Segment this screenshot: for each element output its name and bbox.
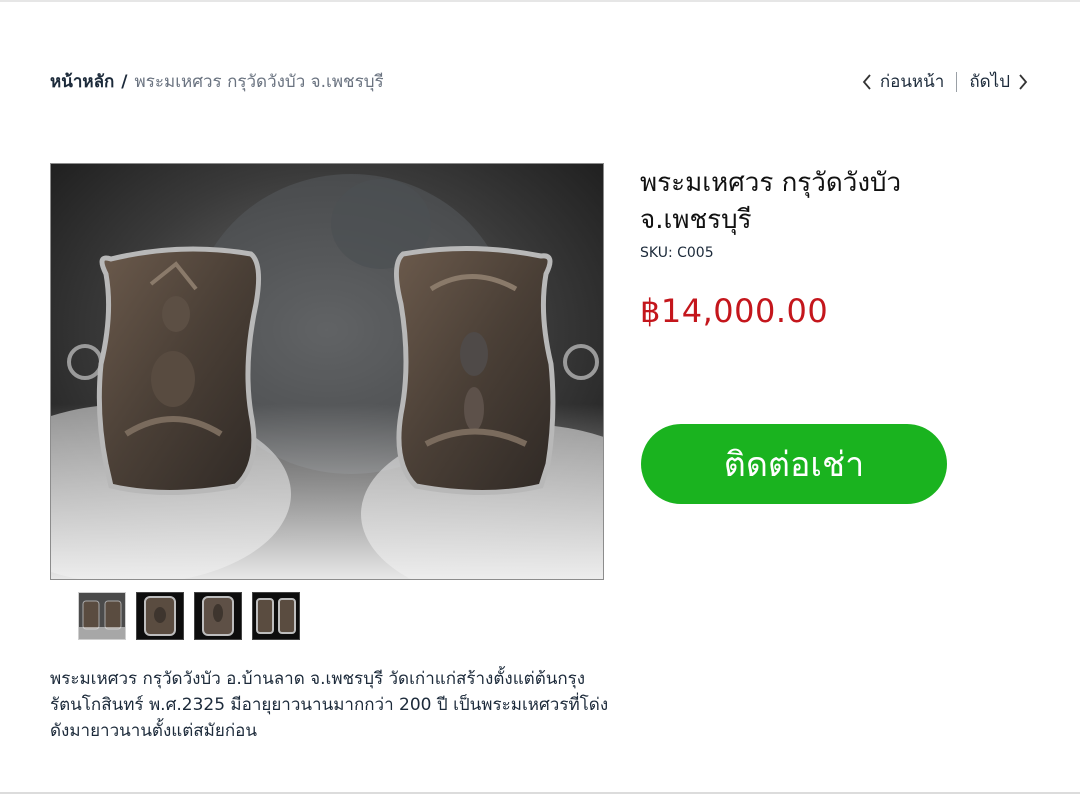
- sku: SKU: C005: [640, 245, 714, 261]
- thumbnail-2[interactable]: [136, 592, 184, 640]
- product-description: พระมเหศวร กรุวัดวังบัว อ.บ้านลาด จ.เพชรบ…: [50, 669, 609, 741]
- breadcrumb-current: พระมเหศวร กรุวัดวังบัว จ.เพชรบุรี: [134, 72, 384, 92]
- sku-label: SKU:: [640, 245, 673, 261]
- chevron-left-icon: [862, 73, 871, 90]
- previous-product-link[interactable]: ก่อนหน้า: [862, 68, 945, 95]
- thumbnail-4[interactable]: [252, 592, 300, 640]
- product-main-image[interactable]: [50, 163, 604, 580]
- sku-value: C005: [677, 245, 714, 261]
- amulet-photo: [51, 164, 603, 579]
- breadcrumb-home-link[interactable]: หน้าหลัก: [50, 68, 114, 95]
- product-pager: ก่อนหน้า ถัดไป: [862, 68, 1028, 95]
- bottom-divider: [0, 792, 1080, 794]
- breadcrumb: หน้าหลัก / พระมเหศวร กรุวัดวังบัว จ.เพชร…: [50, 68, 384, 95]
- thumbnail-strip: [78, 592, 300, 640]
- contact-rent-button[interactable]: ติดต่อเช่า: [641, 424, 947, 504]
- product-title: พระมเหศวร กรุวัดวังบัว จ.เพชรบุรี: [640, 168, 902, 235]
- thumbnail-3[interactable]: [194, 592, 242, 640]
- product-price: ฿14,000.00: [640, 292, 829, 330]
- next-product-link[interactable]: ถัดไป: [969, 68, 1028, 95]
- previous-label: ก่อนหน้า: [879, 72, 945, 92]
- top-divider: [0, 0, 1080, 2]
- chevron-right-icon: [1019, 73, 1028, 90]
- breadcrumb-separator: /: [121, 71, 128, 92]
- next-label: ถัดไป: [969, 72, 1010, 92]
- pager-divider: [956, 71, 958, 92]
- thumbnail-1[interactable]: [78, 592, 126, 640]
